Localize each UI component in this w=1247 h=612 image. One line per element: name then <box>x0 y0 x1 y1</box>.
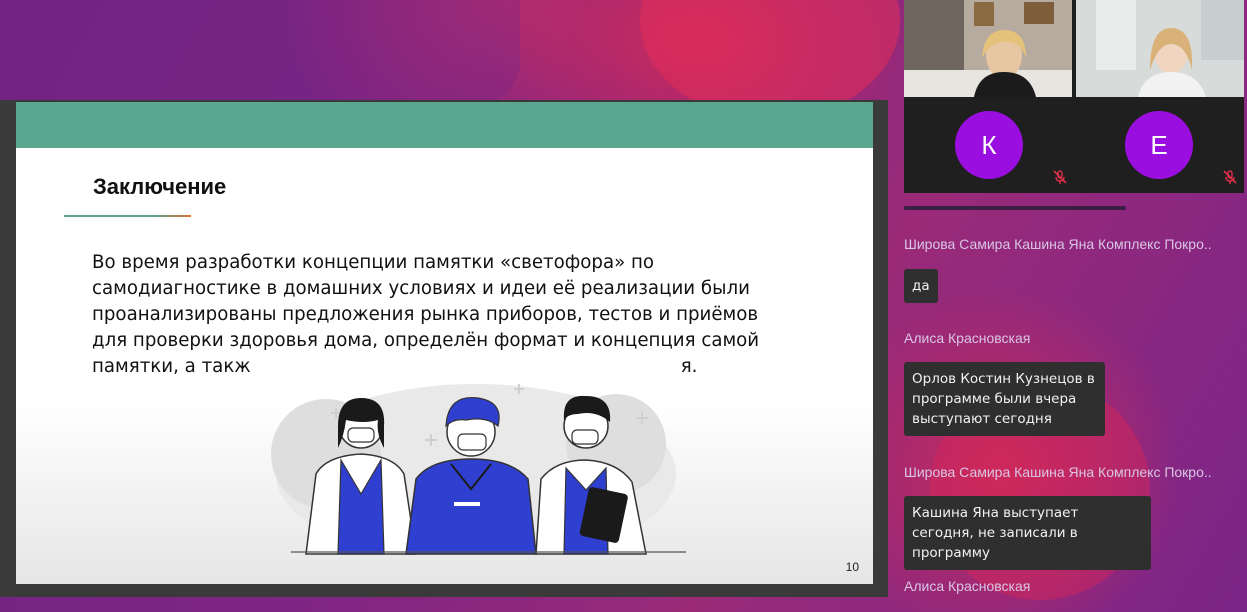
chat-message: Орлов Костин Кузнецов в программе были в… <box>904 362 1105 436</box>
participants-panel: К Е <box>904 0 1244 193</box>
participant-avatar: Е <box>1125 111 1193 179</box>
participants-scrollbar[interactable] <box>904 206 1126 210</box>
slide-header-band <box>16 102 873 148</box>
presentation-slide: Заключение Во время разработки концепции… <box>16 102 873 584</box>
title-underline <box>64 215 191 217</box>
participant-video-frame <box>904 0 1072 97</box>
chat-author: Широва Самира Кашина Яна Комплекс Покро.… <box>904 464 1212 480</box>
scrollbar-thumb[interactable] <box>904 206 1126 210</box>
participant-video-frame <box>1076 0 1244 97</box>
mic-off-icon <box>1053 170 1067 184</box>
doctors-illustration <box>271 384 686 564</box>
participant-avatar-tile-2[interactable]: Е <box>1074 97 1244 193</box>
chat-message: да <box>904 269 938 303</box>
participant-video-2[interactable] <box>1076 0 1244 97</box>
chat-author: Широва Самира Кашина Яна Комплекс Покро.… <box>904 236 1212 252</box>
slide-body: Во время разработки концепции памятки «с… <box>92 252 760 377</box>
participant-avatar: К <box>955 111 1023 179</box>
slide-body-text: Во время разработки концепции памятки «с… <box>92 250 792 380</box>
participant-video-1[interactable] <box>904 0 1072 97</box>
chat-message: Кашина Яна выступает сегодня, не записал… <box>904 496 1151 570</box>
mic-off-icon <box>1223 170 1237 184</box>
chat-author: Алиса Красновская <box>904 578 1031 594</box>
chat-author: Алиса Красновская <box>904 330 1031 346</box>
participant-avatar-tile-1[interactable]: К <box>904 97 1074 193</box>
slide-title: Заключение <box>93 174 227 199</box>
slide-page-number: 10 <box>845 560 859 574</box>
